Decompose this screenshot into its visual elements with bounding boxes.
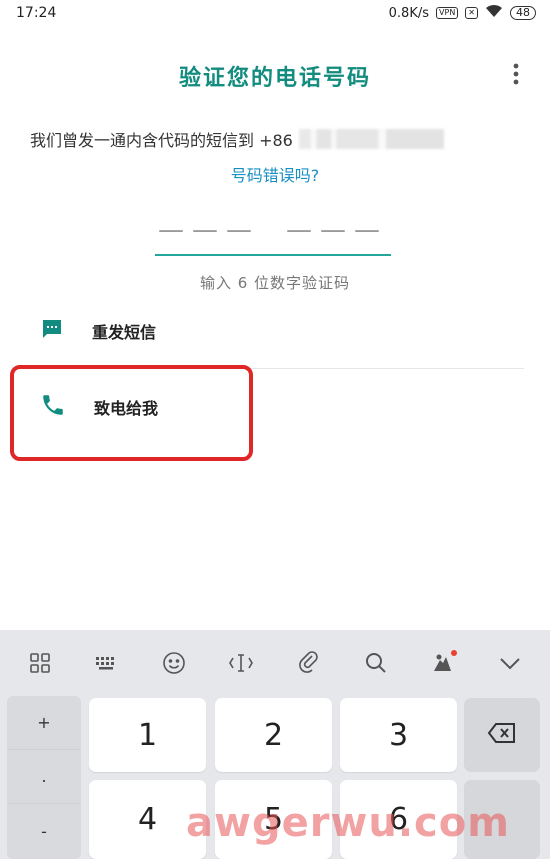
blurred-phone-number bbox=[298, 129, 444, 149]
sms-description-text: 我们曾发一通内含代码的短信到 +86 bbox=[30, 131, 293, 150]
message-icon bbox=[40, 317, 64, 345]
cursor-icon[interactable] bbox=[221, 643, 261, 683]
settings-icon[interactable] bbox=[423, 643, 463, 683]
status-bar: 17:24 0.8K/s VPN ✕ 48 bbox=[0, 0, 550, 26]
code-placeholder-left: ——— bbox=[158, 215, 260, 245]
key-1[interactable]: 1 bbox=[89, 698, 206, 772]
wrong-number-link[interactable]: 号码错误吗? bbox=[0, 162, 550, 186]
chevron-down-icon[interactable] bbox=[490, 643, 530, 683]
highlight-box bbox=[10, 365, 253, 461]
resend-sms-label: 重发短信 bbox=[92, 323, 157, 342]
keyboard-toolbar bbox=[0, 630, 550, 696]
more-vert-icon[interactable] bbox=[506, 60, 526, 88]
backspace-key[interactable] bbox=[464, 698, 540, 772]
code-placeholder-right: ——— bbox=[286, 215, 388, 245]
key-3[interactable]: 3 bbox=[340, 698, 457, 772]
key-minus[interactable]: - bbox=[7, 804, 81, 858]
vpn-badge: VPN bbox=[436, 7, 459, 19]
emoji-icon[interactable] bbox=[154, 643, 194, 683]
symbol-column: + . - bbox=[7, 696, 81, 859]
grid-icon[interactable] bbox=[20, 643, 60, 683]
resend-sms-button[interactable]: 重发短信 bbox=[40, 317, 156, 345]
sms-description: 我们曾发一通内含代码的短信到 +86 bbox=[30, 127, 444, 151]
key-plus[interactable]: + bbox=[7, 696, 81, 750]
watermark: awgerwu.com bbox=[186, 800, 510, 846]
keyboard-icon[interactable] bbox=[87, 643, 127, 683]
network-speed: 0.8K/s bbox=[388, 5, 430, 21]
notification-dot bbox=[451, 650, 458, 656]
battery-indicator: 48 bbox=[510, 6, 536, 20]
status-icons: 0.8K/s VPN ✕ 48 bbox=[389, 4, 536, 22]
key-2[interactable]: 2 bbox=[215, 698, 332, 772]
backspace-icon bbox=[487, 722, 517, 748]
key-dot[interactable]: . bbox=[7, 750, 81, 804]
sim-icon: ✕ bbox=[465, 7, 478, 19]
status-time: 17:24 bbox=[16, 5, 57, 21]
code-hint: 输入 6 位数字验证码 bbox=[199, 274, 351, 292]
page-title: 验证您的电话号码 bbox=[178, 66, 371, 91]
clipboard-icon[interactable] bbox=[289, 643, 329, 683]
search-icon[interactable] bbox=[356, 643, 396, 683]
wifi-icon bbox=[485, 4, 503, 22]
code-input[interactable]: ——— ——— bbox=[155, 206, 391, 256]
